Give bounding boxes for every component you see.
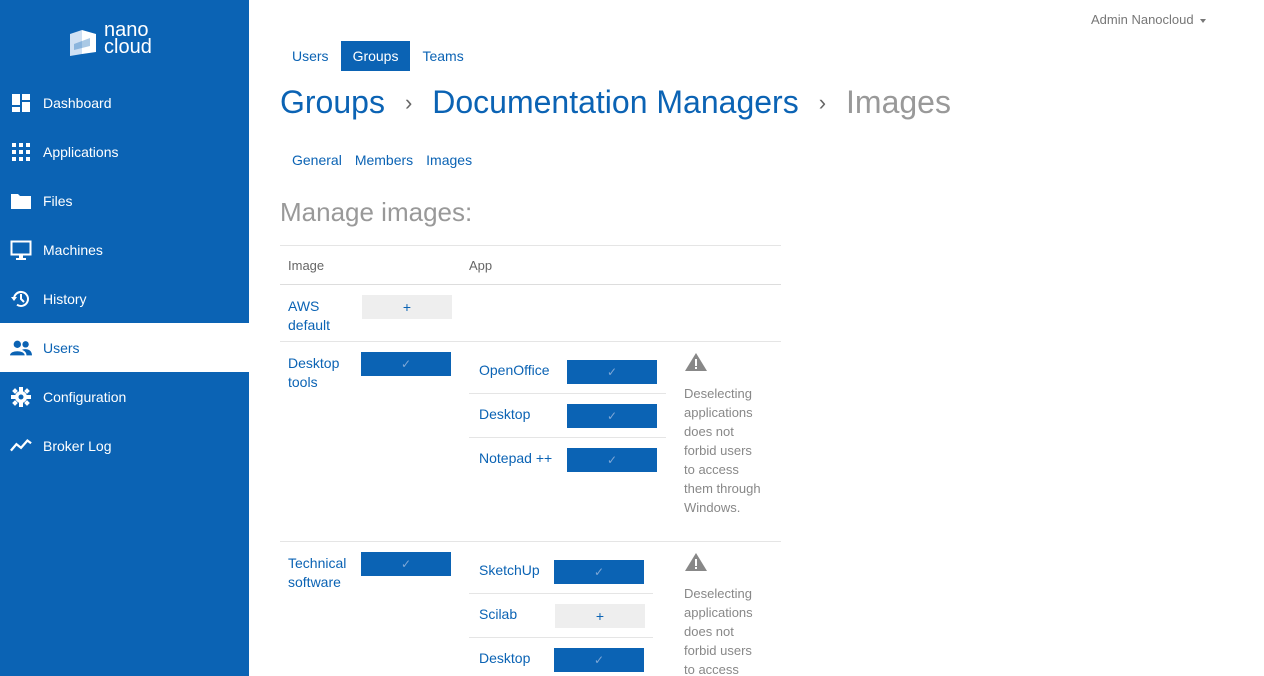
table-header: Image App <box>280 245 781 285</box>
dashboard-icon <box>10 92 32 114</box>
user-menu-dropdown[interactable]: Admin Nanocloud <box>1091 12 1206 27</box>
table-row: Desktop tools ✓ OpenOffice ✓ Desktop ✓ N… <box>280 342 781 542</box>
users-icon <box>10 337 32 359</box>
cloud-logo-icon <box>70 30 96 56</box>
subtab-images[interactable]: Images <box>426 152 472 168</box>
column-header-app: App <box>469 258 493 273</box>
app-name[interactable]: Scilab <box>479 606 517 622</box>
breadcrumb-groups[interactable]: Groups <box>280 84 385 121</box>
sidebar-item-users[interactable]: Users <box>0 323 249 372</box>
chart-line-icon <box>10 435 32 457</box>
app-list: SketchUp ✓ Scilab + Desktop ✓ <box>469 550 653 676</box>
app-toggle-button[interactable]: ✓ <box>554 648 644 672</box>
app-toggle-button[interactable]: ✓ <box>567 404 657 428</box>
sidebar-item-label: History <box>43 290 87 307</box>
app-name[interactable]: Notepad ++ <box>479 450 552 466</box>
app-list: OpenOffice ✓ Desktop ✓ Notepad ++ ✓ <box>469 350 666 482</box>
breadcrumb: Groups › Documentation Managers › Images <box>280 84 951 121</box>
deselect-warning: Deselecting applications does not forbid… <box>684 352 764 517</box>
warning-text: Deselecting applications does not forbid… <box>684 386 761 515</box>
sidebar-item-label: Broker Log <box>43 437 112 454</box>
sidebar-item-history[interactable]: History <box>0 274 249 323</box>
sidebar-item-configuration[interactable]: Configuration <box>0 372 249 421</box>
folder-icon <box>10 190 32 212</box>
sidebar-item-dashboard[interactable]: Dashboard <box>0 78 249 127</box>
sidebar-item-applications[interactable]: Applications <box>0 127 249 176</box>
check-icon: ✓ <box>593 653 605 667</box>
sidebar-item-label: Users <box>43 339 80 356</box>
tab-users[interactable]: Users <box>280 41 341 71</box>
app-row: OpenOffice ✓ <box>469 350 666 394</box>
nanocloud-logo[interactable]: nano cloud <box>66 19 166 62</box>
app-row: Scilab + <box>469 594 653 638</box>
check-icon: ✓ <box>400 557 412 571</box>
table-row: Technical software ✓ SketchUp ✓ Scilab +… <box>280 542 781 676</box>
image-name[interactable]: AWS default <box>288 297 358 335</box>
app-row: Desktop ✓ <box>469 394 666 438</box>
logo-text: nano cloud <box>104 19 152 58</box>
sidebar-item-label: Dashboard <box>43 94 112 111</box>
gear-icon <box>10 386 32 408</box>
sidebar-item-machines[interactable]: Machines <box>0 225 249 274</box>
subtab-members[interactable]: Members <box>355 152 413 168</box>
user-name: Admin Nanocloud <box>1091 12 1194 27</box>
column-header-image: Image <box>288 258 325 273</box>
sidebar-item-label: Applications <box>43 143 119 160</box>
table-row: AWS default + <box>280 285 781 342</box>
grid-icon <box>10 141 32 163</box>
deselect-warning: Deselecting applications does not forbid… <box>684 552 764 676</box>
plus-icon: + <box>402 299 412 315</box>
monitor-icon <box>10 239 32 261</box>
subtab-general[interactable]: General <box>292 152 342 168</box>
app-toggle-button[interactable]: ✓ <box>567 360 657 384</box>
breadcrumb-current: Images <box>846 84 951 120</box>
sidebar-item-label: Files <box>43 192 73 209</box>
images-table: Image App AWS default + Desktop tools ✓ … <box>280 245 781 676</box>
app-row: Notepad ++ ✓ <box>469 438 666 482</box>
chevron-right-icon: › <box>818 89 827 115</box>
app-toggle-button[interactable]: + <box>555 604 645 628</box>
warning-text: Deselecting applications does not forbid… <box>684 586 753 676</box>
sidebar-item-files[interactable]: Files <box>0 176 249 225</box>
image-name[interactable]: Desktop tools <box>288 354 358 392</box>
group-sub-tabs: General Members Images <box>292 152 485 168</box>
check-icon: ✓ <box>593 565 605 579</box>
app-name[interactable]: Desktop <box>479 406 530 422</box>
tab-teams[interactable]: Teams <box>410 41 475 71</box>
app-row: SketchUp ✓ <box>469 550 653 594</box>
app-name[interactable]: OpenOffice <box>479 362 550 378</box>
app-toggle-button[interactable]: ✓ <box>554 560 644 584</box>
image-toggle-button[interactable]: ✓ <box>361 552 451 576</box>
check-icon: ✓ <box>606 409 618 423</box>
image-toggle-button[interactable]: ✓ <box>361 352 451 376</box>
check-icon: ✓ <box>606 453 618 467</box>
app-row: Desktop ✓ <box>469 638 653 676</box>
image-name[interactable]: Technical software <box>288 554 358 592</box>
breadcrumb-group-name[interactable]: Documentation Managers <box>432 84 798 121</box>
plus-icon: + <box>595 608 605 624</box>
warning-icon <box>685 553 707 571</box>
sidebar-item-broker-log[interactable]: Broker Log <box>0 421 249 470</box>
sidebar-nav: Dashboard Applications Files Machines Hi… <box>0 78 249 470</box>
sidebar-item-label: Machines <box>43 241 103 258</box>
app-name[interactable]: Desktop <box>479 650 530 666</box>
warning-icon <box>685 353 707 371</box>
app-toggle-button[interactable]: ✓ <box>567 448 657 472</box>
app-name[interactable]: SketchUp <box>479 562 540 578</box>
check-icon: ✓ <box>400 357 412 371</box>
caret-down-icon <box>1199 18 1206 23</box>
top-tabs: Users Groups Teams <box>280 41 476 71</box>
sidebar-item-label: Configuration <box>43 388 127 405</box>
history-icon <box>10 288 32 310</box>
image-toggle-button[interactable]: + <box>362 295 452 319</box>
check-icon: ✓ <box>606 365 618 379</box>
chevron-right-icon: › <box>404 89 413 115</box>
section-title: Manage images: <box>280 197 473 227</box>
sidebar: nano cloud Dashboard Applications Files <box>0 0 249 676</box>
tab-groups[interactable]: Groups <box>340 41 411 71</box>
